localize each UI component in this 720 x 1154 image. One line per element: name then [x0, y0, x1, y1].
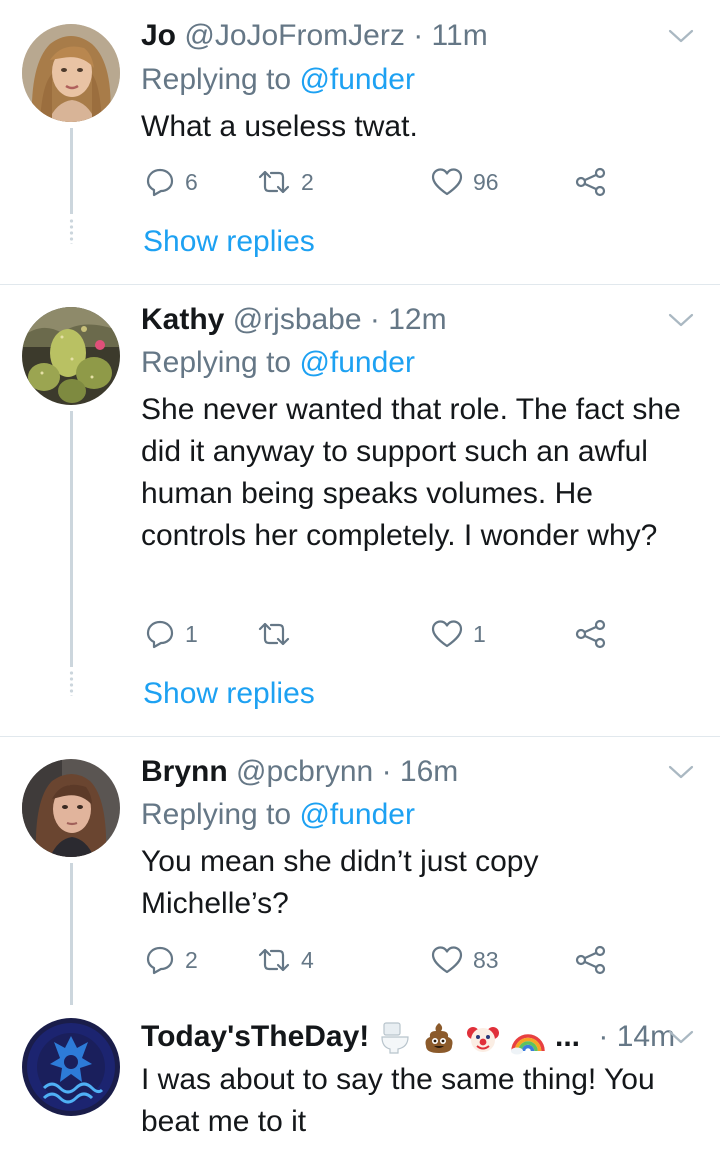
toilet-emoji-icon — [381, 1022, 409, 1054]
like-count: 83 — [473, 946, 499, 973]
share-button[interactable] — [575, 618, 607, 650]
replying-to: Replying to @funder — [141, 345, 415, 381]
reply-tweet-brynn[interactable]: Brynn @pcbrynn · 16m Replying to @funder… — [0, 737, 720, 1005]
reply-tweet-jo[interactable]: Jo @JoJoFromJerz · 11m Replying to @fund… — [0, 0, 720, 284]
chevron-down-icon[interactable] — [668, 764, 694, 780]
clown-emoji-icon — [467, 1027, 500, 1053]
chevron-down-icon[interactable] — [668, 1029, 694, 1045]
share-icon — [575, 619, 606, 649]
tweet-text: What a useless twat. — [141, 110, 418, 143]
like-button[interactable]: 1 — [431, 618, 486, 650]
separator-dot: · — [598, 1020, 609, 1053]
show-replies-link[interactable]: Show replies — [143, 676, 315, 712]
separator-dot: · — [413, 19, 424, 52]
tweet-header: Kathy @rjsbabe · 12m — [141, 302, 447, 338]
like-count: 96 — [473, 168, 499, 195]
user-handle[interactable]: @rjsbabe — [233, 303, 362, 336]
tweet-header: Today'sTheDay! ... · 14m — [141, 1019, 675, 1055]
like-button[interactable]: 83 — [431, 944, 499, 976]
like-icon — [431, 620, 463, 648]
action-bar: 2 4 83 — [141, 944, 621, 976]
name-ellipsis: ... — [555, 1020, 581, 1053]
timestamp[interactable]: 16m — [400, 755, 458, 788]
thread-dots — [69, 670, 74, 696]
replying-mention[interactable]: @funder — [299, 798, 415, 831]
display-name[interactable]: Brynn — [141, 755, 228, 788]
thread-line — [70, 863, 73, 1005]
timestamp[interactable]: 12m — [388, 303, 446, 336]
action-bar: 6 2 96 — [141, 166, 621, 198]
reply-count: 1 — [185, 620, 198, 647]
share-button[interactable] — [575, 166, 607, 198]
reply-count: 6 — [185, 168, 198, 195]
retweet-button[interactable]: 2 — [257, 166, 314, 198]
separator-dot: · — [369, 303, 380, 336]
chevron-down-icon[interactable] — [668, 28, 694, 44]
retweet-button[interactable]: 4 — [257, 944, 314, 976]
tweet-text: She never wanted that role. The fact she… — [141, 393, 681, 552]
show-replies-link[interactable]: Show replies — [143, 224, 315, 260]
replying-to: Replying to @funder — [141, 797, 415, 833]
share-button[interactable] — [575, 944, 607, 976]
user-handle[interactable]: @JoJoFromJerz — [184, 19, 405, 52]
like-button[interactable]: 96 — [431, 166, 499, 198]
avatar[interactable] — [22, 24, 120, 122]
replying-prefix: Replying to — [141, 798, 300, 831]
separator-dot: · — [381, 755, 392, 788]
reply-icon — [146, 620, 174, 649]
retweet-count: 4 — [301, 946, 314, 973]
reply-button[interactable]: 6 — [145, 166, 198, 198]
replying-mention[interactable]: @funder — [299, 63, 415, 96]
retweet-button[interactable] — [257, 618, 301, 650]
replying-to: Replying to @funder — [141, 62, 415, 98]
replying-mention[interactable]: @funder — [299, 346, 415, 379]
like-count: 1 — [473, 620, 486, 647]
tweet-header: Brynn @pcbrynn · 16m — [141, 754, 458, 790]
display-name[interactable]: Jo — [141, 19, 176, 52]
replying-prefix: Replying to — [141, 346, 300, 379]
timestamp[interactable]: 11m — [432, 19, 488, 52]
user-handle[interactable]: @pcbrynn — [236, 755, 373, 788]
display-name[interactable]: Kathy — [141, 303, 224, 336]
action-bar: 1 1 — [141, 618, 621, 650]
replying-prefix: Replying to — [141, 63, 300, 96]
rainbow-emoji-icon — [510, 1034, 545, 1055]
like-icon — [431, 168, 463, 196]
chevron-down-icon[interactable] — [668, 312, 694, 328]
retweet-icon — [258, 948, 290, 972]
avatar[interactable] — [22, 307, 120, 405]
reply-icon — [146, 946, 174, 975]
thread-line — [70, 128, 73, 214]
display-name[interactable]: Today'sTheDay! — [141, 1020, 369, 1053]
retweet-count: 2 — [301, 168, 314, 195]
like-icon — [431, 946, 463, 974]
tweet-text: I was about to say the same thing! You b… — [141, 1063, 655, 1138]
thread-line — [70, 411, 73, 667]
reply-button[interactable]: 2 — [145, 944, 198, 976]
retweet-icon — [258, 170, 290, 194]
share-icon — [575, 945, 606, 975]
avatar[interactable] — [22, 759, 120, 857]
reply-button[interactable]: 1 — [145, 618, 198, 650]
thread-dots — [69, 218, 74, 244]
avatar[interactable] — [22, 1018, 120, 1116]
reply-count: 2 — [185, 946, 198, 973]
reply-tweet-kathy[interactable]: Kathy @rjsbabe · 12m Replying to @funder… — [0, 285, 720, 736]
tweet-text: You mean she didn’t just copy Michelle’s… — [141, 845, 539, 920]
reply-tweet-todaystheday[interactable]: Today'sTheDay! ... · 14m I was about to … — [0, 1005, 720, 1154]
reply-icon — [146, 168, 174, 197]
tweet-header: Jo @JoJoFromJerz · 11m — [141, 18, 488, 54]
share-icon — [575, 167, 606, 197]
poop-emoji-icon — [425, 1023, 453, 1054]
retweet-icon — [258, 622, 290, 646]
timestamp[interactable]: 14m — [617, 1020, 675, 1053]
